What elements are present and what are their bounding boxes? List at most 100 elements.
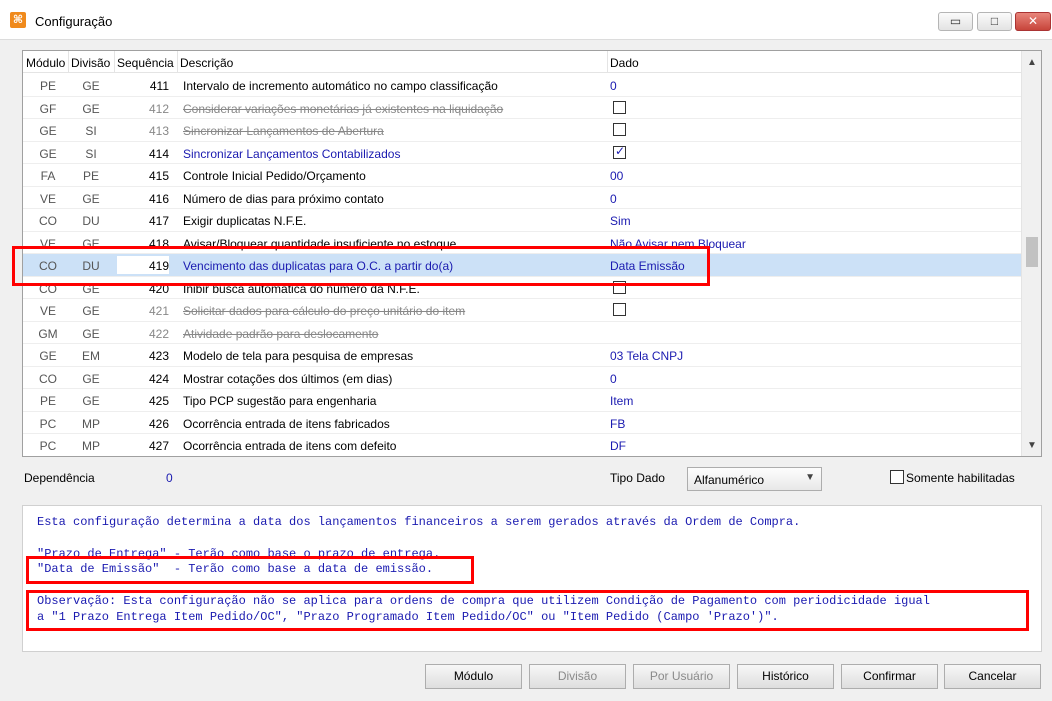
checkbox-checked[interactable] <box>613 144 626 159</box>
checkbox[interactable] <box>613 303 626 316</box>
cell-descricao: Ocorrência entrada de itens com defeito <box>183 439 397 453</box>
por-usuario-button[interactable]: Por Usuário <box>633 664 730 689</box>
header-modulo[interactable]: Módulo <box>26 56 65 70</box>
table-row[interactable]: GE SI 414 Sincronizar Lançamentos Contabili… <box>23 142 1021 164</box>
confirmar-button[interactable]: Confirmar <box>841 664 938 689</box>
cell-sequencia: 424 <box>148 371 169 386</box>
scroll-up-icon[interactable]: ▲ <box>1022 53 1041 73</box>
cell-dado[interactable]: Item <box>610 394 633 408</box>
cell-descricao: Tipo PCP sugestão para engenharia <box>183 394 377 408</box>
cell-descricao: Avisar/Bloquear quantidade insuficiente … <box>183 236 457 251</box>
cell-divisao: PE <box>82 169 99 183</box>
table-row[interactable]: PC MP 426 Ocorrência entrada de itens fabri… <box>23 412 1021 434</box>
cell-dado[interactable]: 0 <box>610 192 617 206</box>
cell-descricao: Vencimento das duplicatas para O.C. a pa… <box>183 259 454 273</box>
cell-divisao: GE <box>82 304 100 318</box>
table-row[interactable]: GM GE 422 Atividade padrão para deslocament… <box>23 322 1021 344</box>
header-dado[interactable]: Dado <box>610 56 639 70</box>
somente-habilitadas-checkbox[interactable] <box>890 470 904 484</box>
divisao-button[interactable]: Divisão <box>529 664 626 689</box>
checkbox[interactable] <box>613 100 626 114</box>
close-button[interactable]: ✕ <box>1015 12 1051 31</box>
tipo-dado-value: Alfanumérico <box>694 473 765 487</box>
cell-dado[interactable]: 00 <box>610 169 623 183</box>
checkbox[interactable] <box>613 123 626 136</box>
table-row[interactable]: CO DU 417 Exigir duplicatas N.F.E. Sim <box>23 209 1021 232</box>
cell-dado[interactable]: 0 <box>610 372 617 386</box>
info-line: Esta configuração determina a data dos l… <box>37 515 801 529</box>
header-divisao[interactable]: Divisão <box>71 56 110 70</box>
table-row[interactable]: FA PE 415 Controle Inicial Pedido/Orçamento… <box>23 164 1021 187</box>
cell-divisao: DU <box>82 214 100 228</box>
info-line: "Data de Emissão" - Terão como base a da… <box>37 562 434 576</box>
vertical-scrollbar[interactable]: ▲ ▼ <box>1021 51 1041 456</box>
cell-dado[interactable]: 03 Tela CNPJ <box>610 349 683 363</box>
cancelar-button[interactable]: Cancelar <box>944 664 1041 689</box>
config-grid[interactable]: Módulo Divisão Sequência Descrição Dado … <box>22 50 1042 457</box>
column-separator[interactable] <box>68 51 69 73</box>
table-row[interactable]: VE GE 418 Avisar/Bloquear quantidade insufi… <box>23 232 1021 254</box>
cell-sequencia: 427 <box>148 439 169 453</box>
info-line: "Prazo de Entrega" - Terão como base o p… <box>37 547 441 561</box>
cell-sequencia: 421 <box>148 304 169 318</box>
table-row[interactable]: CO DU 419 Vencimento das duplicatas para O.… <box>23 254 1021 277</box>
cell-divisao: GE <box>82 281 100 296</box>
header-sequencia[interactable]: Sequência <box>117 56 174 70</box>
chevron-down-icon: ▼ <box>805 472 815 483</box>
cell-descricao: Controle Inicial Pedido/Orçamento <box>183 169 366 183</box>
cell-sequencia: 419 <box>148 259 169 273</box>
table-row[interactable]: GF GE 412 Considerar variações monetárias j… <box>23 97 1021 119</box>
cell-sequencia: 418 <box>148 236 169 251</box>
modulo-button[interactable]: Módulo <box>425 664 522 689</box>
table-row[interactable]: VE GE 421 Solicitar dados para cálculo do p… <box>23 299 1021 322</box>
table-row[interactable]: CO GE 420 Inibir busca automática do número… <box>23 277 1021 299</box>
table-row[interactable]: GE EM 423 Modelo de tela para pesquisa de e… <box>23 344 1021 367</box>
table-row[interactable]: GE SI 413 Sincronizar Lançamentos de Abertu… <box>23 119 1021 142</box>
historico-button[interactable]: Histórico <box>737 664 834 689</box>
dependencia-value: 0 <box>166 471 173 485</box>
cell-descricao: Exigir duplicatas N.F.E. <box>183 214 307 228</box>
cell-dado[interactable]: FB <box>610 417 625 431</box>
cell-descricao: Sincronizar Lançamentos de Abertura <box>183 124 384 138</box>
title-bar: ⌘ Configuração ▭ □ ✕ <box>0 0 1052 40</box>
cell-divisao: GE <box>82 79 100 93</box>
cell-modulo: CO <box>39 371 57 386</box>
cell-dado[interactable]: Não Avisar nem Bloquear <box>610 237 746 251</box>
info-line: a "1 Prazo Entrega Item Pedido/OC", "Pra… <box>37 610 779 624</box>
tipo-dado-label: Tipo Dado <box>610 471 665 485</box>
cell-dado[interactable]: DF <box>610 439 626 453</box>
somente-habilitadas-label[interactable]: Somente habilitadas <box>906 471 1015 485</box>
cell-descricao: Intervalo de incremento automático no ca… <box>183 79 498 93</box>
tipo-dado-select[interactable]: Alfanumérico ▼ <box>687 467 822 491</box>
minimize-button[interactable]: ▭ <box>938 12 973 31</box>
column-separator[interactable] <box>114 51 115 73</box>
app-logo-icon: ⌘ <box>10 12 26 28</box>
cell-divisao: SI <box>85 124 97 138</box>
table-row[interactable]: VE GE 416 Número de dias para próximo conta… <box>23 187 1021 209</box>
cell-dado[interactable]: Data Emissão <box>610 259 685 273</box>
cell-modulo: CO <box>39 259 57 273</box>
scroll-down-icon[interactable]: ▼ <box>1022 436 1041 456</box>
scroll-thumb[interactable] <box>1026 237 1038 267</box>
table-row[interactable]: CO GE 424 Mostrar cotações dos últimos (em … <box>23 367 1021 389</box>
cell-modulo: PE <box>39 394 56 408</box>
column-separator[interactable] <box>607 51 608 73</box>
cell-descricao: Mostrar cotações dos últimos (em dias) <box>183 371 393 386</box>
table-row[interactable]: PE GE 411 Intervalo de incremento automátic… <box>23 74 1021 97</box>
table-row[interactable]: PC MP 427 Ocorrência entrada de itens com d… <box>23 434 1021 456</box>
maximize-button[interactable]: □ <box>977 12 1012 31</box>
info-line: Observação: Esta configuração não se apl… <box>37 594 930 608</box>
cell-sequencia: 420 <box>148 281 169 296</box>
cell-dado[interactable]: Sim <box>610 214 631 228</box>
column-separator[interactable] <box>177 51 178 73</box>
cell-sequencia: 415 <box>148 169 169 183</box>
checkbox[interactable] <box>613 280 626 294</box>
header-descricao[interactable]: Descrição <box>180 56 233 70</box>
cell-divisao: GE <box>82 394 100 408</box>
cell-divisao: MP <box>82 416 100 431</box>
cell-sequencia: 414 <box>148 146 169 161</box>
table-row[interactable]: PE GE 425 Tipo PCP sugestão para engenharia… <box>23 389 1021 412</box>
cell-sequencia: 413 <box>148 124 169 138</box>
cell-dado[interactable]: 0 <box>610 79 617 93</box>
cell-sequencia: 411 <box>149 79 169 93</box>
